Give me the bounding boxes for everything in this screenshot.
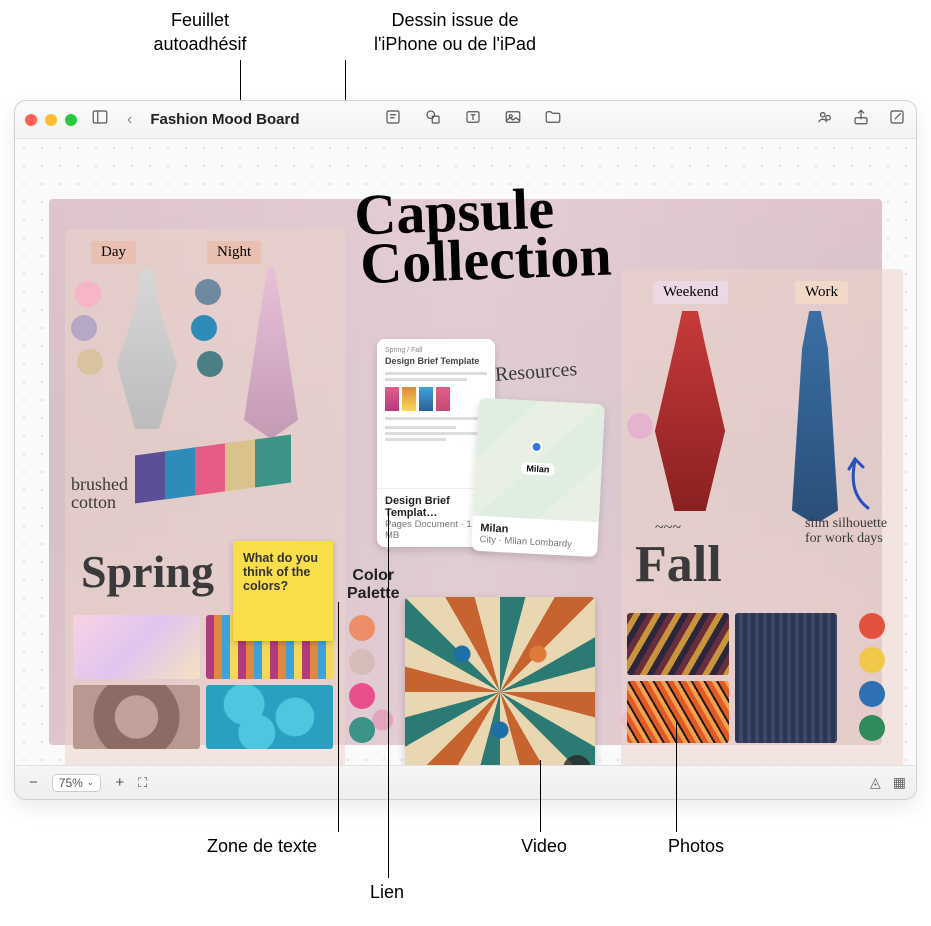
app-window: ‹ Fashion Mood Board Capsule Collection … bbox=[14, 100, 917, 800]
doc-thumb-title: Design Brief Template bbox=[385, 356, 487, 366]
tag-day: Day bbox=[91, 241, 136, 264]
shape-tool-icon[interactable] bbox=[424, 108, 442, 131]
palette-dot bbox=[859, 681, 885, 707]
spring-heading: Spring bbox=[81, 545, 214, 598]
callout-line bbox=[540, 760, 541, 832]
hand-note-work: slim silhouette for work days bbox=[805, 517, 905, 546]
map-card[interactable]: Milan Milan City · Milan Lombardy bbox=[471, 398, 605, 557]
video-item[interactable]: ▶ bbox=[405, 597, 595, 787]
callout-sketch: Dessin issue de l'iPhone ou de l'iPad bbox=[325, 8, 585, 57]
zoom-in-button[interactable]: + bbox=[111, 774, 128, 791]
swatch bbox=[75, 281, 101, 307]
photo bbox=[627, 681, 729, 743]
hand-arrow-icon bbox=[843, 453, 873, 513]
bottom-bar: − 75% ⌄ + ⛶ ◬ ▦ bbox=[15, 765, 916, 799]
minimize-window-button[interactable] bbox=[45, 114, 57, 126]
swatch bbox=[77, 349, 103, 375]
card-title: Design Brief Templat… bbox=[385, 495, 487, 519]
fullscreen-window-button[interactable] bbox=[65, 114, 77, 126]
text-box[interactable]: Color Palette bbox=[347, 567, 399, 604]
map-pin-icon bbox=[530, 441, 543, 454]
canvas[interactable]: Capsule Collection Day Night brushed cot… bbox=[15, 139, 916, 765]
callout-link: Lien bbox=[322, 880, 452, 904]
toolbar-right bbox=[816, 108, 906, 131]
share-icon[interactable] bbox=[852, 108, 870, 131]
title-line-2: Collection bbox=[359, 231, 612, 289]
hand-note-fabric: brushed cotton bbox=[71, 475, 141, 511]
zoom-out-button[interactable]: − bbox=[25, 774, 42, 791]
text-tool-icon[interactable] bbox=[464, 108, 482, 131]
grid-icon[interactable]: ▦ bbox=[893, 774, 906, 791]
titlebar: ‹ Fashion Mood Board bbox=[15, 101, 916, 139]
media-tool-icon[interactable] bbox=[504, 108, 522, 131]
chevron-down-icon: ⌄ bbox=[87, 777, 95, 788]
callout-textbox: Zone de texte bbox=[162, 834, 362, 858]
callout-sticky: Feuillet autoadhésif bbox=[90, 8, 310, 57]
map-label: Milan bbox=[521, 462, 555, 476]
traffic-lights bbox=[25, 114, 77, 126]
palette-dot bbox=[349, 615, 375, 641]
callout-line bbox=[388, 508, 389, 878]
photo bbox=[73, 615, 200, 679]
close-window-button[interactable] bbox=[25, 114, 37, 126]
swatch bbox=[191, 315, 217, 341]
palette-dot bbox=[349, 717, 375, 743]
note-tool-icon[interactable] bbox=[384, 108, 402, 131]
tag-night: Night bbox=[207, 241, 261, 264]
swatch bbox=[71, 315, 97, 341]
toolbar-center bbox=[384, 108, 562, 131]
sticky-note[interactable]: What do you think of the colors? bbox=[233, 541, 333, 641]
callout-photos: Photos bbox=[636, 834, 756, 858]
back-button[interactable]: ‹ bbox=[123, 111, 136, 129]
fabric-swatch bbox=[255, 434, 291, 487]
card-footer: Milan City · Milan Lombardy bbox=[471, 516, 599, 558]
palette-dot bbox=[349, 649, 375, 675]
swatch bbox=[197, 351, 223, 377]
callout-text: Zone de texte bbox=[207, 836, 317, 856]
palette-dot bbox=[859, 715, 885, 741]
sidebar-toggle-icon[interactable] bbox=[91, 108, 109, 131]
map-thumbnail: Milan bbox=[473, 398, 605, 522]
collaborate-icon[interactable] bbox=[816, 108, 834, 131]
photo bbox=[206, 685, 333, 749]
photo bbox=[735, 613, 837, 743]
tag-weekend: Weekend bbox=[653, 281, 728, 304]
callout-video: Video bbox=[494, 834, 594, 858]
callout-text: Photos bbox=[668, 836, 724, 856]
fit-screen-button[interactable]: ⛶ bbox=[138, 775, 147, 791]
fall-heading: Fall bbox=[635, 535, 722, 594]
swatch bbox=[627, 413, 653, 439]
palette-dot bbox=[349, 683, 375, 709]
file-tool-icon[interactable] bbox=[544, 108, 562, 131]
zoom-level-select[interactable]: 75% ⌄ bbox=[52, 774, 102, 792]
bottom-right-tools: ◬ ▦ bbox=[870, 774, 906, 791]
palette-dot bbox=[859, 613, 885, 639]
zoom-value: 75% bbox=[59, 776, 83, 790]
fall-palette bbox=[859, 613, 885, 749]
callout-text: Video bbox=[521, 836, 567, 856]
photo bbox=[627, 613, 729, 675]
board-title: Fashion Mood Board bbox=[150, 111, 299, 128]
tag-work: Work bbox=[795, 281, 848, 304]
callout-text: Lien bbox=[370, 882, 404, 902]
callout-text: Feuillet autoadhésif bbox=[153, 10, 246, 54]
edit-icon[interactable] bbox=[888, 108, 906, 131]
callout-line bbox=[676, 720, 677, 832]
navigator-icon[interactable]: ◬ bbox=[870, 774, 881, 791]
spring-palette bbox=[349, 615, 375, 751]
callout-line bbox=[338, 602, 339, 832]
palette-dot bbox=[859, 647, 885, 673]
fall-photos bbox=[627, 613, 837, 743]
photo bbox=[73, 685, 200, 749]
callout-text: Dessin issue de l'iPhone ou de l'iPad bbox=[374, 10, 536, 54]
doc-thumb-sub: Spring / Fall bbox=[385, 347, 487, 354]
swatch bbox=[195, 279, 221, 305]
